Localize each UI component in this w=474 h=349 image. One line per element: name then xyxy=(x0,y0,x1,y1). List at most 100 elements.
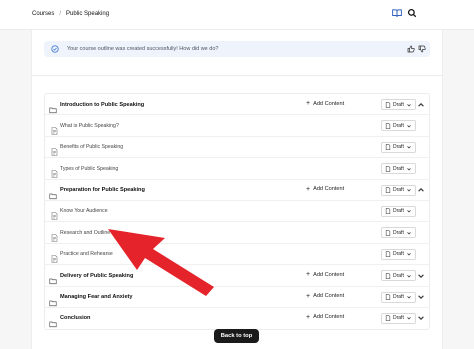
status-label: Draft xyxy=(393,251,404,258)
draft-document-icon xyxy=(385,251,391,258)
chevron-down-icon xyxy=(406,102,412,108)
draft-document-icon xyxy=(385,229,391,236)
document-icon xyxy=(51,165,58,178)
chevron-down-icon xyxy=(406,230,412,236)
folder-icon xyxy=(49,101,57,114)
section-row[interactable]: Delivery of Public Speaking + Add Content D… xyxy=(45,265,429,287)
status-label: Draft xyxy=(393,208,404,215)
lesson-title[interactable]: Practice and Rehearse xyxy=(60,251,113,257)
expand-chevron-icon[interactable] xyxy=(416,293,425,302)
lesson-title[interactable]: Benefits of Public Speaking xyxy=(60,144,123,150)
draft-document-icon xyxy=(385,144,391,151)
section-title[interactable]: Conclusion xyxy=(60,315,90,321)
status-dropdown[interactable]: Draft xyxy=(381,184,416,196)
chevron-down-icon xyxy=(406,144,412,150)
lesson-row[interactable]: Practice and Rehearse Draft xyxy=(45,244,429,266)
lesson-row[interactable]: Research and Outline Draft xyxy=(45,222,429,244)
course-outline: Introduction to Public Speaking + Add Cont… xyxy=(44,93,430,331)
plus-icon: + xyxy=(306,100,311,107)
section-title[interactable]: Delivery of Public Speaking xyxy=(60,273,133,279)
section-row[interactable]: Conclusion + Add Content Draft xyxy=(45,308,429,329)
book-icon[interactable] xyxy=(391,7,403,19)
folder-icon xyxy=(49,272,57,285)
add-content-button[interactable]: + Add Content xyxy=(306,100,344,107)
document-icon xyxy=(51,143,58,157)
section-title[interactable]: Managing Fear and Anxiety xyxy=(60,294,133,300)
breadcrumb: Courses / Public Speaking xyxy=(32,11,109,17)
add-content-label: Add Content xyxy=(313,100,345,107)
document-icon xyxy=(51,250,58,264)
draft-document-icon xyxy=(385,315,391,322)
document-icon xyxy=(51,207,58,221)
collapse-chevron-icon[interactable] xyxy=(416,100,425,109)
breadcrumb-separator: / xyxy=(59,11,62,17)
chevron-down-icon xyxy=(406,123,412,129)
folder-icon xyxy=(49,315,57,327)
section-row[interactable]: Managing Fear and Anxiety + Add Content Dra… xyxy=(45,287,429,308)
collapse-chevron-icon[interactable] xyxy=(416,186,425,195)
status-label: Draft xyxy=(393,229,404,236)
plus-icon: + xyxy=(306,292,311,300)
thumbs-up-icon[interactable] xyxy=(406,44,415,53)
chevron-down-icon xyxy=(406,166,412,172)
expand-chevron-icon[interactable] xyxy=(416,314,425,323)
add-content-button[interactable]: + Add Content xyxy=(306,293,344,300)
status-label: Draft xyxy=(393,315,404,322)
back-to-top-button[interactable]: Back to top xyxy=(214,329,259,343)
add-content-label: Add Content xyxy=(313,271,345,278)
course-card: Your course outline was created successf… xyxy=(31,30,443,349)
check-circle-icon xyxy=(51,45,59,53)
add-content-button[interactable]: + Add Content xyxy=(306,314,344,321)
status-dropdown[interactable]: Draft xyxy=(381,205,416,217)
status-dropdown[interactable]: Draft xyxy=(381,227,416,239)
add-content-button[interactable]: + Add Content xyxy=(306,271,344,278)
add-content-label: Add Content xyxy=(313,186,345,193)
section-title[interactable]: Preparation for Public Speaking xyxy=(60,187,145,193)
status-dropdown[interactable]: Draft xyxy=(381,270,416,282)
lesson-title[interactable]: Types of Public Speaking xyxy=(60,166,118,172)
search-icon[interactable] xyxy=(406,7,418,19)
lesson-row[interactable]: Know Your Audience Draft xyxy=(45,201,429,223)
lesson-title[interactable]: Research and Outline xyxy=(60,230,110,236)
status-dropdown[interactable]: Draft xyxy=(381,120,416,132)
breadcrumb-current: Public Speaking xyxy=(66,11,110,17)
plus-icon: + xyxy=(306,185,311,193)
expand-chevron-icon[interactable] xyxy=(416,271,425,280)
add-content-button[interactable]: + Add Content xyxy=(306,186,344,193)
chevron-down-icon xyxy=(406,251,412,257)
draft-document-icon xyxy=(385,187,391,193)
draft-document-icon xyxy=(385,294,391,300)
folder-icon xyxy=(49,187,57,199)
section-row[interactable]: Preparation for Public Speaking + Add Cont… xyxy=(45,180,429,201)
status-dropdown[interactable]: Draft xyxy=(381,141,416,153)
status-dropdown[interactable]: Draft xyxy=(381,99,416,110)
divider xyxy=(32,75,442,76)
section-title[interactable]: Introduction to Public Speaking xyxy=(60,102,144,108)
status-label: Draft xyxy=(393,272,404,279)
chevron-down-icon xyxy=(406,187,412,193)
status-dropdown[interactable]: Draft xyxy=(381,163,416,175)
lesson-title[interactable]: Know Your Audience xyxy=(60,208,108,214)
folder-icon xyxy=(49,294,57,306)
status-label: Draft xyxy=(393,122,404,129)
lesson-row[interactable]: Types of Public Speaking Draft xyxy=(45,158,429,180)
plus-icon: + xyxy=(306,271,311,279)
status-dropdown[interactable]: Draft xyxy=(381,248,416,260)
status-label: Draft xyxy=(393,101,404,108)
thumbs-down-icon[interactable] xyxy=(417,44,426,53)
chevron-down-icon xyxy=(406,294,412,300)
status-label: Draft xyxy=(393,294,404,301)
lesson-row[interactable]: What is Public Speaking? Draft xyxy=(45,115,429,137)
plus-icon: + xyxy=(306,313,311,321)
section-row[interactable]: Introduction to Public Speaking + Add Cont… xyxy=(45,94,429,116)
breadcrumb-courses-link[interactable]: Courses xyxy=(32,11,54,17)
draft-document-icon xyxy=(385,272,391,279)
status-dropdown[interactable]: Draft xyxy=(381,312,416,324)
lesson-row[interactable]: Benefits of Public Speaking Draft xyxy=(45,137,429,159)
status-dropdown[interactable]: Draft xyxy=(381,291,416,303)
page-canvas: Your course outline was created successf… xyxy=(0,30,474,349)
chevron-down-icon xyxy=(406,315,412,321)
lesson-title[interactable]: What is Public Speaking? xyxy=(60,123,119,129)
banner-message: Your course outline was created successf… xyxy=(67,46,219,52)
top-bar: Courses / Public Speaking xyxy=(0,0,474,30)
